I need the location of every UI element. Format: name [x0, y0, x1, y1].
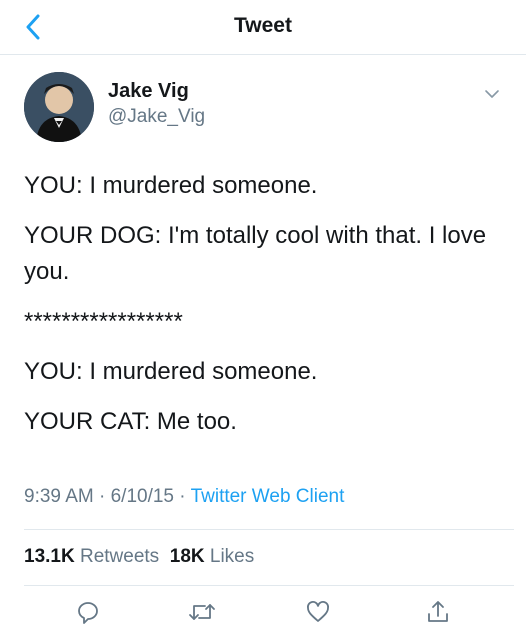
likes-stat[interactable]: 18K Likes [170, 546, 255, 567]
author-handle[interactable]: @Jake_Vig [108, 106, 205, 128]
share-icon [428, 601, 448, 622]
page-title: Tweet [234, 14, 292, 37]
like-button[interactable] [302, 596, 334, 628]
likes-label: Likes [209, 546, 255, 567]
tweet-meta: 9:39 AM · 6/10/15 · Twitter Web Client [24, 486, 344, 508]
tweet-actions [0, 596, 526, 632]
tweet-time: 9:39 AM [24, 486, 94, 507]
tweet-client-link[interactable]: Twitter Web Client [191, 486, 345, 507]
reply-icon [78, 602, 98, 624]
avatar[interactable] [24, 72, 94, 142]
likes-count: 18K [169, 546, 205, 567]
meta-separator: · [174, 486, 191, 507]
retweet-button[interactable] [186, 596, 218, 628]
share-button[interactable] [422, 596, 454, 628]
tweet-line: ***************** [24, 308, 183, 335]
tweet-date: 6/10/15 [110, 486, 175, 507]
retweet-icon [189, 604, 215, 620]
meta-separator: · [93, 486, 111, 507]
tweet-line: YOUR DOG: I'm totally cool with that. I … [24, 222, 487, 285]
avatar-image [24, 72, 94, 142]
divider [24, 529, 514, 530]
tweet-line: YOUR CAT: Me too. [24, 408, 237, 435]
retweets-label: Retweets [79, 546, 160, 567]
tweet-author[interactable]: Jake Vig @Jake_Vig [24, 72, 504, 142]
tweet-text: YOU: I murdered someone. YOUR DOG: I'm t… [24, 168, 504, 454]
divider [24, 585, 514, 586]
tweet-line: YOU: I murdered someone. [24, 172, 318, 199]
retweets-stat[interactable]: 13.1K Retweets [24, 546, 159, 567]
reply-button[interactable] [72, 596, 104, 628]
tweet-options-button[interactable] [480, 82, 504, 106]
top-bar: Tweet [0, 0, 526, 55]
tweet-stats: 13.1K Retweets 18K Likes [24, 546, 254, 568]
tweet-line: YOU: I murdered someone. [24, 358, 318, 385]
author-name[interactable]: Jake Vig [108, 80, 189, 103]
chevron-down-icon [485, 90, 499, 98]
like-icon [307, 601, 329, 622]
retweets-count: 13.1K [24, 546, 75, 567]
